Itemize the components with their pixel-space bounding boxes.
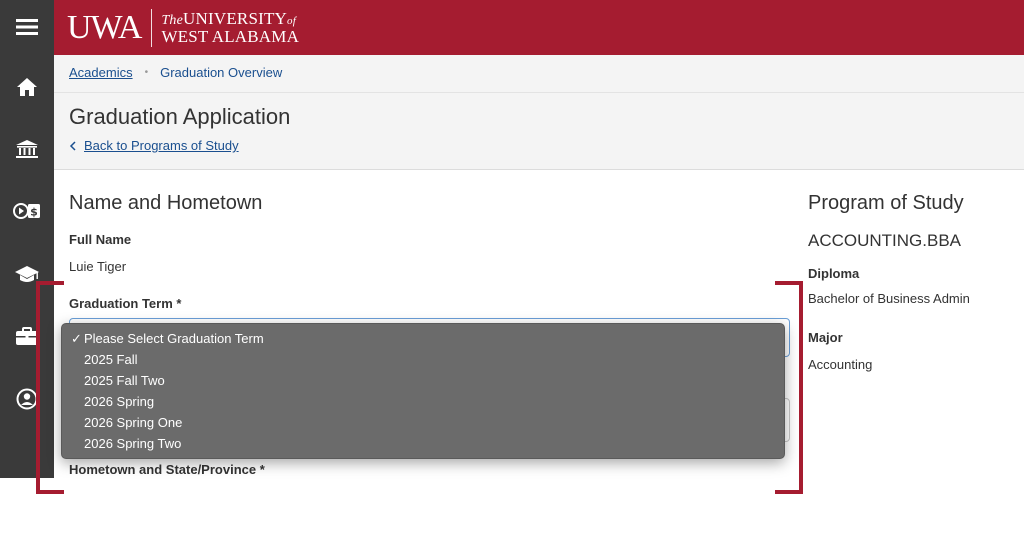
name-hometown-heading: Name and Hometown (69, 192, 263, 214)
diploma-label: Diploma (808, 266, 860, 281)
major-label: Major (808, 330, 843, 345)
page-header: Graduation Application Back to Programs … (54, 93, 1024, 170)
breadcrumb-separator: • (144, 67, 149, 78)
dropdown-option[interactable]: 2025 Fall (84, 351, 137, 369)
university-logo[interactable]: UWA TheUNIVERSITYof WEST ALABAMA (67, 6, 299, 50)
logo-west-alabama: WEST ALABAMA (161, 27, 300, 46)
checkmark-icon: ✓ (71, 331, 82, 346)
logo-mark: UWA (67, 9, 142, 46)
finance-icon[interactable]: $ (0, 191, 54, 231)
logo-the: The (161, 13, 184, 28)
user-circle-icon[interactable] (0, 379, 54, 419)
dropdown-option[interactable]: 2025 Fall Two (84, 372, 165, 390)
major-value: Accounting (808, 357, 873, 372)
hometown-label: Hometown and State/Province * (69, 462, 265, 477)
dropdown-option-selected[interactable]: ✓ Please Select Graduation Term (71, 330, 264, 348)
breadcrumb-bar: Academics • Graduation Overview (54, 55, 1024, 93)
top-header: UWA TheUNIVERSITYof WEST ALABAMA (54, 0, 1024, 55)
graduation-cap-icon[interactable] (0, 254, 54, 294)
home-icon[interactable] (0, 67, 54, 107)
full-name-label: Full Name (69, 232, 132, 247)
sidebar-nav: $ (0, 0, 54, 478)
full-name-value: Luie Tiger (69, 259, 127, 274)
page-title: Graduation Application (69, 104, 291, 129)
dropdown-option[interactable]: 2026 Spring (84, 393, 154, 411)
dropdown-option[interactable]: 2026 Spring Two (84, 435, 181, 453)
chevron-left-icon (69, 140, 76, 151)
logo-university: UNIVERSITY (183, 9, 288, 28)
graduation-term-dropdown: ✓ Please Select Graduation Term 2025 Fall… (61, 323, 785, 459)
diploma-value: Bachelor of Business Admin (808, 291, 970, 306)
program-code: ACCOUNTING.BBA (808, 231, 962, 250)
breadcrumb: Academics • Graduation Overview (69, 65, 282, 80)
dropdown-option[interactable]: 2026 Spring One (84, 414, 182, 432)
briefcase-icon[interactable] (0, 316, 54, 356)
graduation-term-label: Graduation Term * (69, 296, 182, 311)
breadcrumb-current[interactable]: Graduation Overview (160, 65, 282, 80)
back-to-programs-link[interactable]: Back to Programs of Study (69, 138, 239, 153)
breadcrumb-academics-link[interactable]: Academics (69, 65, 133, 80)
bank-icon[interactable] (0, 129, 54, 169)
logo-wordmark: TheUNIVERSITYof WEST ALABAMA (161, 9, 300, 46)
logo-of: of (287, 15, 297, 27)
program-of-study-heading: Program of Study (808, 192, 964, 214)
svg-text:$: $ (30, 206, 38, 219)
logo-divider (151, 9, 153, 47)
back-link-label: Back to Programs of Study (84, 138, 239, 153)
dropdown-option-label: Please Select Graduation Term (84, 331, 264, 346)
menu-icon[interactable] (0, 7, 54, 47)
